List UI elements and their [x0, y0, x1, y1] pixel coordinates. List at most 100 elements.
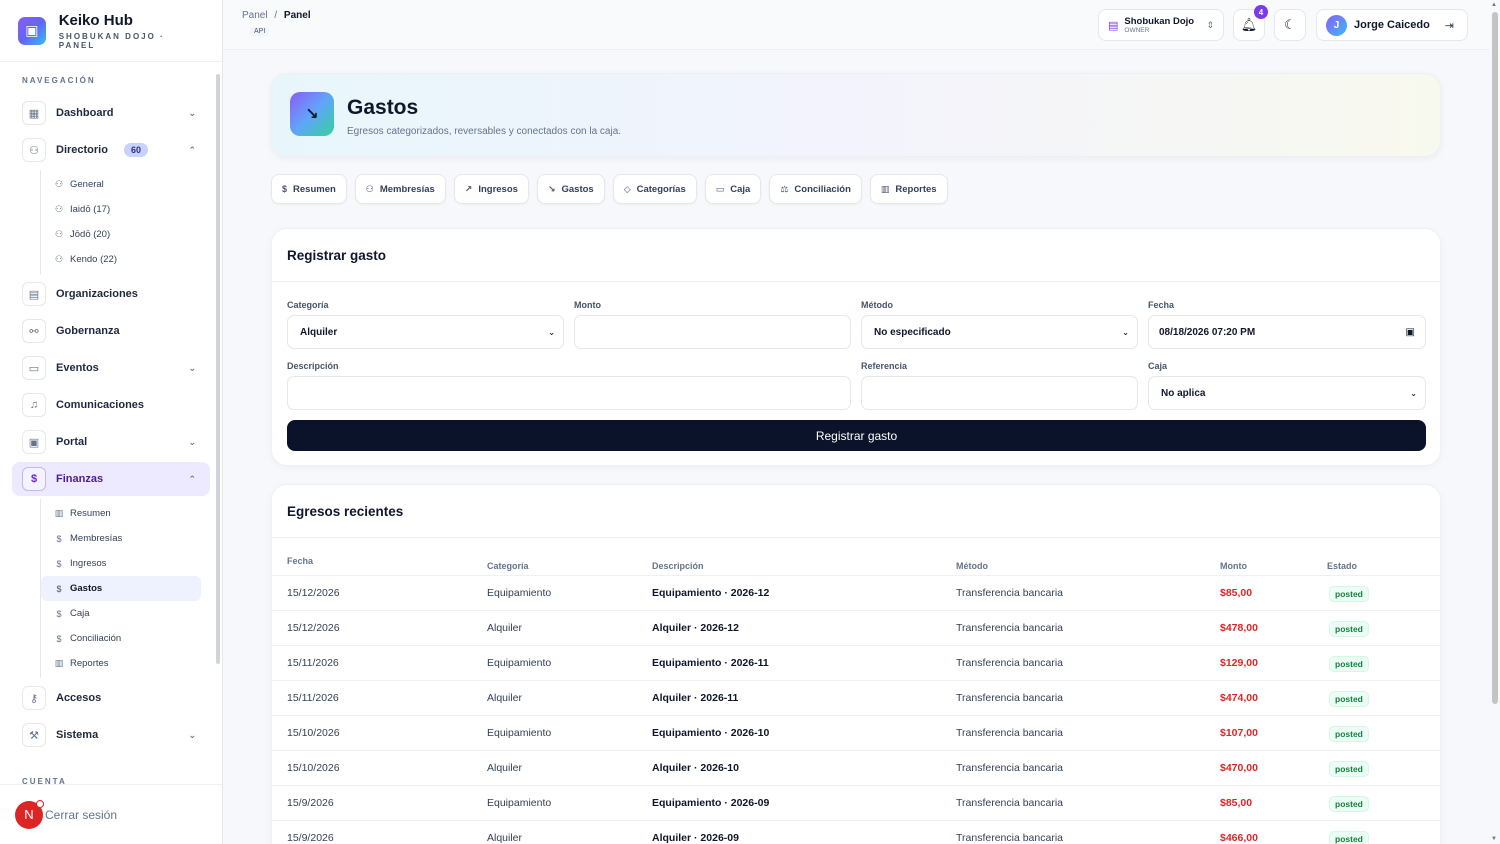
table-cell: Alquiler — [487, 832, 523, 844]
theme-toggle-button[interactable]: ☾ — [1274, 9, 1306, 41]
sidebar-item-organizaciones[interactable]: ▤ Organizaciones — [12, 277, 210, 311]
tab-resumen[interactable]: $ Resumen — [271, 174, 347, 204]
sidebar-item-comunicaciones[interactable]: ♫ Comunicaciones — [12, 388, 210, 422]
sidebar-item-eventos[interactable]: ▭ Eventos ⌄ — [12, 351, 210, 385]
subitem-label: Jōdō (20) — [70, 229, 111, 240]
table-row[interactable]: 15/11/2026 Equipamiento Equipamiento · 202… — [272, 645, 1440, 680]
status-badge: posted — [1329, 656, 1369, 672]
sidebar-subitem-ingresos[interactable]: $ Ingresos — [41, 551, 201, 576]
sidebar: ▣ Keiko Hub SHOBUKAN DOJO · PANEL NAVEGA… — [0, 0, 223, 844]
descripcion-input[interactable] — [287, 376, 851, 410]
caja-select[interactable]: No aplica ⌄ — [1148, 376, 1426, 410]
breadcrumb-current: Panel — [283, 10, 311, 21]
table-row[interactable]: 15/12/2026 Alquiler Alquiler · 2026-12 Tran… — [272, 610, 1440, 645]
referencia-input[interactable] — [861, 376, 1138, 410]
column-header[interactable]: Estado — [1327, 561, 1357, 571]
scroll-up-arrow-icon[interactable]: ▲ — [1491, 2, 1497, 8]
sidebar-item-directorio[interactable]: ⚇ Directorio 60 ⌃ — [12, 133, 210, 167]
tab-categorias[interactable]: ◇ Categorías — [612, 174, 697, 204]
expense-form-card: Registrar gasto Categoría Alquiler ⌄ Mon… — [271, 228, 1441, 466]
scroll-down-arrow-icon[interactable]: ▼ — [1491, 836, 1497, 842]
fecha-input[interactable]: 08/18/2026 07:20 PM ▣ — [1148, 315, 1426, 349]
subitem-label: Ingresos — [70, 558, 107, 569]
sidebar-item-label: Sistema — [56, 729, 99, 741]
sidebar-item-accesos[interactable]: ⚷ Accesos — [12, 681, 210, 715]
table-row[interactable]: 15/11/2026 Alquiler Alquiler · 2026-11 Tran… — [272, 680, 1440, 715]
metodo-select[interactable]: No especificado ⌄ — [861, 315, 1138, 349]
org-switcher[interactable]: ▤ Shobukan Dojo OWNER ⇕ — [1098, 9, 1224, 41]
tab-conciliacion[interactable]: ⚖ Conciliación — [769, 174, 862, 204]
table-cell: 15/12/2026 — [287, 587, 340, 599]
status-badge: posted — [1329, 831, 1369, 844]
section-label-nav: NAVEGACIÓN — [22, 76, 96, 85]
logout-icon[interactable]: ⇥ — [1445, 19, 1454, 32]
sidebar-subitem-general[interactable]: ⚇ General — [41, 172, 201, 197]
cash-icon: ▭ — [715, 183, 725, 194]
user-menu[interactable]: J Jorge Caicedo ⇥ — [1316, 9, 1468, 41]
table-cell: $470,00 — [1220, 762, 1258, 774]
subitem-label: Reportes — [70, 658, 109, 669]
sidebar-subitem-jodo[interactable]: ⚇ Jōdō (20) — [41, 222, 201, 247]
logout-label: Cerrar sesión — [45, 807, 118, 822]
sidebar-item-dashboard[interactable]: ▦ Dashboard ⌄ — [12, 96, 210, 130]
page-scrollbar[interactable] — [1492, 12, 1498, 704]
arrow-down-right-icon: ↘ — [547, 183, 556, 194]
sidebar-item-gobernanza[interactable]: ⚯ Gobernanza — [12, 314, 210, 348]
table-cell: 15/9/2026 — [287, 832, 334, 844]
sidebar-subitem-conciliacion[interactable]: $ Conciliación — [41, 626, 201, 651]
dollar-icon: $ — [56, 633, 62, 644]
referencia-label: Referencia — [861, 361, 908, 371]
sidebar-item-label: Comunicaciones — [56, 399, 145, 411]
column-header[interactable]: Categoría — [487, 561, 529, 571]
monto-input[interactable] — [574, 315, 851, 349]
status-badge: posted — [1329, 586, 1369, 602]
notifications-button[interactable]: 🔔︎ 4 — [1233, 5, 1268, 41]
sidebar-item-portal[interactable]: ▣ Portal ⌄ — [12, 425, 210, 459]
sidebar-subitem-resumen[interactable]: ▥ Resumen — [41, 501, 201, 526]
table-row[interactable]: 15/10/2026 Equipamiento Equipamiento · 202… — [272, 715, 1440, 750]
calendar-icon: ▭ — [22, 356, 46, 380]
sidebar-subitem-gastos[interactable]: $ Gastos — [41, 576, 201, 601]
chevron-updown-icon: ⇕ — [1206, 19, 1214, 30]
sidebar-scrollbar[interactable] — [216, 74, 220, 664]
metodo-label: Método — [861, 300, 893, 310]
sidebar-item-finanzas[interactable]: $ Finanzas ⌃ — [12, 462, 210, 496]
tab-gastos[interactable]: ↘ Gastos — [536, 174, 605, 204]
logout-button[interactable]: N Cerrar sesión — [0, 784, 222, 844]
tab-reportes[interactable]: ▥ Reportes — [869, 174, 948, 204]
table-row[interactable]: 15/10/2026 Alquiler Alquiler · 2026-10 Tran… — [272, 750, 1440, 785]
dollar-icon: $ — [22, 467, 46, 491]
table-row[interactable]: 15/9/2026 Alquiler Alquiler · 2026-09 Trans… — [272, 820, 1440, 844]
table-cell: Transferencia bancaria — [956, 587, 1063, 599]
sidebar-subitem-membresias[interactable]: $ Membresías — [41, 526, 201, 551]
table-cell: Alquiler · 2026-11 — [652, 692, 739, 704]
categoria-select[interactable]: Alquiler ⌄ — [287, 315, 564, 349]
sidebar-subitem-reportes[interactable]: ▥ Reportes — [41, 651, 201, 676]
sidebar-subitem-kendo[interactable]: ⚇ Kendo (22) — [41, 247, 201, 272]
breadcrumb-root[interactable]: Panel — [242, 10, 268, 21]
chevron-down-icon: ⌄ — [1410, 388, 1417, 398]
tab-ingresos[interactable]: ↗ Ingresos — [453, 174, 529, 204]
table-row[interactable]: 15/12/2026 Equipamiento Equipamiento · 202… — [272, 575, 1440, 610]
tab-caja[interactable]: ▭ Caja — [704, 174, 762, 204]
breadcrumb: Panel / Panel — [242, 10, 311, 21]
column-header[interactable]: Descripción — [652, 561, 704, 571]
register-expense-button[interactable]: Registrar gasto — [287, 420, 1426, 451]
page-title: Gastos — [347, 96, 419, 119]
chart-icon: ▥ — [880, 183, 890, 194]
status-badge: posted — [1329, 761, 1369, 777]
sidebar-item-sistema[interactable]: ⚒ Sistema ⌄ — [12, 718, 210, 752]
column-header[interactable]: Método — [956, 561, 988, 571]
tab-membresias[interactable]: ⚇ Membresías — [354, 174, 446, 204]
sidebar-subitem-caja[interactable]: $ Caja — [41, 601, 201, 626]
users-icon: ⚇ — [54, 204, 64, 214]
tab-label: Resumen — [293, 183, 336, 195]
brand[interactable]: ▣ Keiko Hub SHOBUKAN DOJO · PANEL — [0, 0, 222, 62]
sidebar-subitem-iaido[interactable]: ⚇ Iaidō (17) — [41, 197, 201, 222]
layout-icon: ▣ — [18, 16, 46, 45]
table-row[interactable]: 15/9/2026 Equipamiento Equipamiento · 2026… — [272, 785, 1440, 820]
column-header[interactable]: Monto — [1220, 561, 1247, 571]
calendar-icon[interactable]: ▣ — [1406, 327, 1415, 338]
avatar: J — [1326, 14, 1347, 36]
column-header[interactable]: Fecha — [287, 556, 313, 566]
